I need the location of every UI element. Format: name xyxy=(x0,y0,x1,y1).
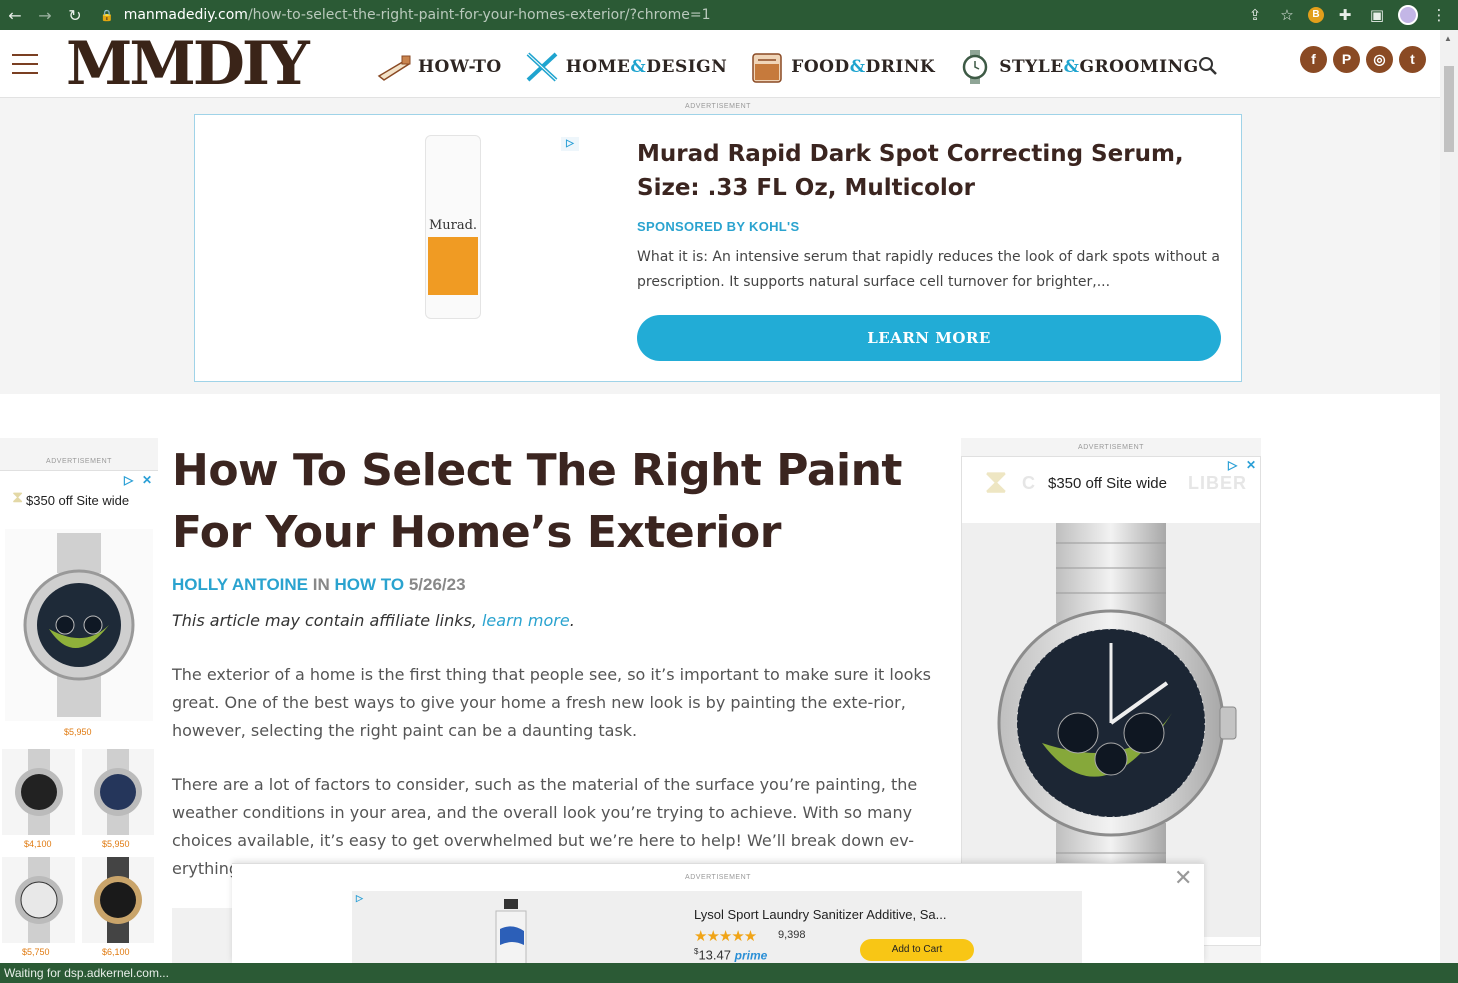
share-icon[interactable]: ⇪ xyxy=(1244,6,1266,24)
watch-image[interactable] xyxy=(5,529,153,721)
nav-label: HOW-TO xyxy=(418,57,502,77)
extension-icon[interactable]: B xyxy=(1308,7,1324,23)
top-ad-region: ADVERTISEMENT Murad. ▷ Murad Rapid Dark … xyxy=(0,98,1440,394)
ghost-brand-text: LIBER xyxy=(1188,473,1247,493)
image-placeholder xyxy=(172,908,234,964)
main-nav: HOW-TO HOME&DESIGN FOOD&DRINK STYLE&GROO… xyxy=(376,50,1199,84)
back-icon[interactable]: ← xyxy=(0,6,30,25)
affiliate-notice: This article may contain affiliate links… xyxy=(172,611,575,630)
learn-more-link[interactable]: learn more xyxy=(482,611,570,630)
ruler-pencil-icon xyxy=(526,52,558,82)
brand-logo-icon: ⧗ xyxy=(984,463,1008,501)
ad-sponsor: SPONSORED BY KOHL'S xyxy=(637,219,800,234)
product-image[interactable] xyxy=(490,897,534,964)
ghost-brand-text: C xyxy=(1022,473,1036,493)
profile-avatar[interactable] xyxy=(1398,5,1418,25)
sticky-ad-card[interactable]: ▷ Lysol Sport Laundry Sanitizer Additive… xyxy=(352,891,1082,964)
pinterest-icon[interactable]: P xyxy=(1333,46,1360,73)
watch-thumbnail[interactable] xyxy=(82,857,154,943)
author-link[interactable]: HOLLY ANTOINE xyxy=(172,575,308,594)
nav-label: FOOD&DRINK xyxy=(791,57,936,77)
lock-icon[interactable]: 🔒 xyxy=(100,9,114,22)
review-count: 9,398 xyxy=(778,929,806,941)
browser-status-bar: Waiting for dsp.adkernel.com... xyxy=(0,963,1458,983)
reload-icon[interactable]: ↻ xyxy=(60,6,90,25)
watch-price: $5,950 xyxy=(102,839,130,849)
article-byline: HOLLY ANTOINE IN HOW TO 5/26/23 xyxy=(172,575,466,595)
watch-thumbnail[interactable] xyxy=(2,857,75,943)
add-to-cart-button[interactable]: Add to Cart xyxy=(860,939,974,961)
close-icon[interactable]: ✕ xyxy=(1174,866,1192,891)
ad-title[interactable]: Murad Rapid Dark Spot Correcting Serum, … xyxy=(637,137,1207,205)
site-header: MMDIY HOW-TO HOME&DESIGN FOOD&DRINK STYL… xyxy=(0,30,1440,98)
brand-logo-icon: ⧗ xyxy=(12,489,24,506)
ad-description: What it is: An intensive serum that rapi… xyxy=(637,249,1220,290)
ad-label: ADVERTISEMENT xyxy=(685,874,751,881)
watch-price: $6,100 xyxy=(102,947,130,957)
ad-label: ADVERTISEMENT xyxy=(685,103,751,110)
rating-stars: ★★★★★ xyxy=(694,928,757,945)
browser-actions: ⇪ ☆ B ✚ ▣ ⋮ xyxy=(1244,0,1458,30)
category-link[interactable]: HOW TO xyxy=(335,575,405,594)
product-title[interactable]: Lysol Sport Laundry Sanitizer Additive, … xyxy=(694,907,946,922)
close-icon[interactable]: ✕ xyxy=(1246,458,1256,472)
menu-kebab-icon[interactable]: ⋮ xyxy=(1428,6,1450,24)
adchoices-icon[interactable]: ▷ xyxy=(561,137,579,151)
browser-toolbar: ← → ↻ 🔒 manmadediy.com/how-to-select-the… xyxy=(0,0,1458,30)
byline-in: IN xyxy=(312,575,330,594)
adchoices-icon[interactable]: ▷ xyxy=(356,893,372,905)
product-price: $13.47 prime xyxy=(694,947,768,963)
site-logo[interactable]: MMDIY xyxy=(66,32,310,96)
nav-how-to[interactable]: HOW-TO xyxy=(376,50,502,84)
learn-more-button[interactable]: LEARN MORE xyxy=(637,315,1221,361)
close-icon[interactable]: ✕ xyxy=(142,473,152,487)
nav-style-grooming[interactable]: STYLE&GROOMING xyxy=(957,50,1198,84)
nav-home-design[interactable]: HOME&DESIGN xyxy=(524,50,728,84)
prime-badge: prime xyxy=(734,948,768,963)
url-path: /how-to-select-the-right-paint-for-your-… xyxy=(247,7,711,23)
left-ad-card[interactable]: ⧗ $350 off Site wide ▷ ✕ $5,950 $4,100 $… xyxy=(0,470,158,968)
scroll-thumb[interactable] xyxy=(1444,66,1454,152)
ad-label: ADVERTISEMENT xyxy=(46,458,112,465)
address-bar[interactable]: 🔒 manmadediy.com/how-to-select-the-right… xyxy=(100,3,1440,27)
ad-headline: $350 off Site wide xyxy=(26,493,130,508)
nav-label: STYLE&GROOMING xyxy=(999,57,1199,77)
product-image[interactable]: Murad. xyxy=(425,135,481,319)
twitter-icon[interactable]: t xyxy=(1399,46,1426,73)
article-title: How To Select The Right Paint For Your H… xyxy=(172,445,902,558)
watch-price: $5,950 xyxy=(64,727,92,737)
url-host: manmadediy.com xyxy=(123,7,248,23)
wristwatch-icon xyxy=(962,50,988,84)
facebook-icon[interactable]: f xyxy=(1300,46,1327,73)
instagram-icon[interactable]: ◎ xyxy=(1366,46,1393,73)
watch-price: $5,750 xyxy=(22,947,50,957)
nav-food-drink[interactable]: FOOD&DRINK xyxy=(749,50,935,84)
left-sidebar-ad: ADVERTISEMENT ⧗ $350 off Site wide ▷ ✕ $… xyxy=(0,438,158,968)
adchoices-icon[interactable]: ▷ xyxy=(124,473,133,487)
product-brand: Murad. xyxy=(428,218,478,233)
adchoices-icon[interactable]: ▷ xyxy=(1228,458,1237,472)
watch-price: $4,100 xyxy=(24,839,52,849)
article-date: 5/26/23 xyxy=(408,575,466,594)
saw-icon xyxy=(377,55,411,81)
ad-label: ADVERTISEMENT xyxy=(1078,444,1144,451)
top-ad-card[interactable]: Murad. ▷ Murad Rapid Dark Spot Correctin… xyxy=(194,114,1242,382)
extensions-puzzle-icon[interactable]: ✚ xyxy=(1334,6,1356,24)
hamburger-menu-icon[interactable] xyxy=(12,54,38,74)
side-panel-icon[interactable]: ▣ xyxy=(1366,6,1388,24)
page-root: ← → ↻ 🔒 manmadediy.com/how-to-select-the… xyxy=(0,0,1458,983)
search-icon[interactable] xyxy=(1198,56,1218,76)
nav-label: HOME&DESIGN xyxy=(565,57,728,77)
forward-icon[interactable]: → xyxy=(30,6,60,25)
sticky-bottom-ad: ADVERTISEMENT ✕ ▷ Lysol Sport Laundry Sa… xyxy=(232,863,1204,964)
watch-thumbnail[interactable] xyxy=(82,749,154,835)
page-scrollbar[interactable]: ▲ ▼ xyxy=(1440,30,1458,983)
bookmark-star-icon[interactable]: ☆ xyxy=(1276,6,1298,24)
social-links: f P ◎ t xyxy=(1300,46,1426,73)
scroll-up-icon[interactable]: ▲ xyxy=(1444,34,1452,43)
article-paragraph: The exterior of a home is the first thin… xyxy=(172,665,932,740)
whiskey-glass-icon xyxy=(752,53,782,83)
watch-thumbnail[interactable] xyxy=(2,749,75,835)
ad-headline: $350 off Site wide xyxy=(1048,475,1167,492)
